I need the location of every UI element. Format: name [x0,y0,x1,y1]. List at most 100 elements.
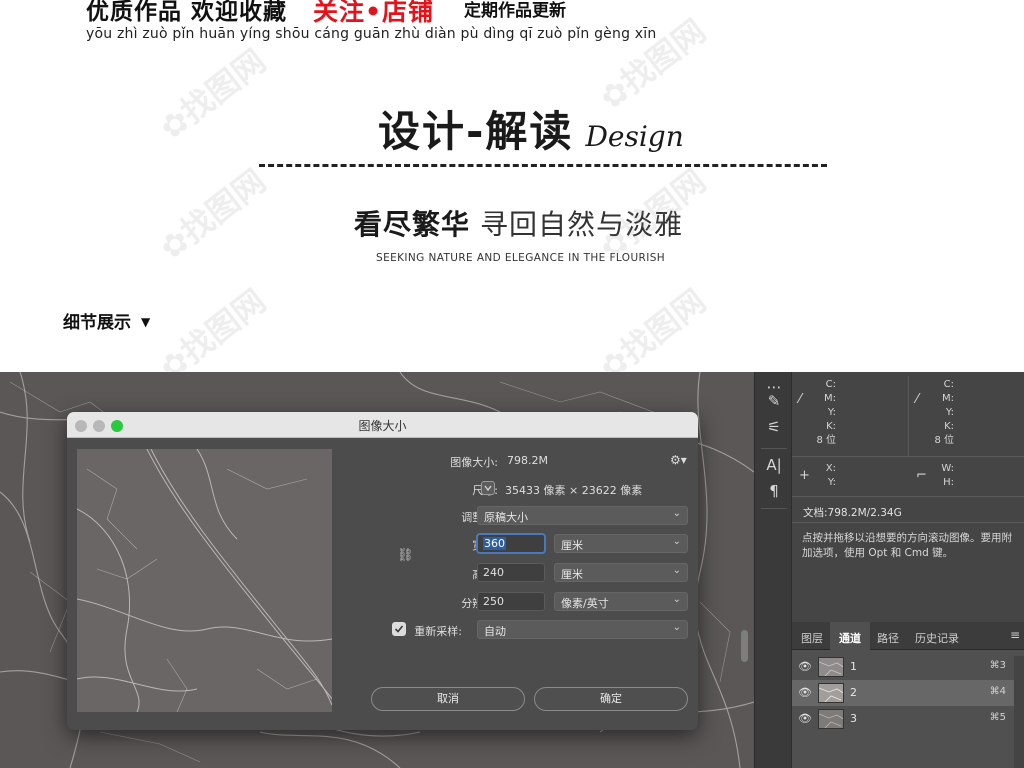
channel-name: 1 [850,660,857,673]
motto: 看尽繁华 寻回自然与淡雅 [354,203,683,243]
resample-value: 自动 [484,625,506,638]
height-unit: 厘米 [561,568,583,581]
design-heading-cn: 设计-解读 [378,107,574,156]
details-label: 细节展示 [63,313,131,333]
channel-thumbnail [818,657,844,677]
design-heading-en: Design [585,120,684,153]
info-divider [908,376,909,456]
channel-row[interactable]: 👁 1 ⌘3 [792,654,1014,680]
crosshair-icon: + [799,468,810,483]
pinyin-line: yōu zhì zuò pǐn huān yíng shōu cáng guān… [86,26,657,42]
chevron-down-icon: ⌄ [672,508,681,519]
top-banner: 优质作品 欢迎收藏 关注•店铺 定期作品更新 [86,0,566,26]
readout-m: M: [824,393,836,404]
motto-english: SEEKING NATURE AND ELEGANCE IN THE FLOUR… [376,252,666,264]
width-value: 360 [483,537,506,550]
motto-light: 寻回自然与淡雅 [480,208,684,241]
eyedropper-icon: ⁄ [799,392,802,407]
chevron-down-icon: ⌄ [672,536,681,547]
channels-panel: 图层 通道 路径 历史记录 ≡ 👁 1 ⌘3 👁 2 ⌘4 👁 3 ⌘5 [792,622,1024,768]
channel-thumbnail [818,683,844,703]
brush-icon[interactable]: ✎ [755,392,793,410]
height-input[interactable]: 240 [477,563,545,582]
channel-shortcut: ⌘3 [989,660,1006,671]
channel-name: 3 [850,712,857,725]
channel-row[interactable]: 👁 3 ⌘5 [792,706,1014,732]
image-preview[interactable] [77,449,332,712]
height-value: 240 [483,566,504,579]
character-icon[interactable]: A| [755,456,793,474]
eye-icon[interactable]: 👁 [798,686,812,699]
watermark: ✿找图网 [152,41,273,148]
width-unit: 厘米 [561,539,583,552]
chevron-down-icon: ⌄ [672,594,681,605]
width-unit-select[interactable]: 厘米 ⌄ [554,534,688,553]
eyedropper-icon: ⁄ [916,392,919,407]
adjustments-icon[interactable]: ⚟ [755,418,793,436]
resolution-unit-select[interactable]: 像素/英寸 ⌄ [554,592,688,611]
width-input[interactable]: 360 [477,534,545,553]
readout-y: Y: [945,407,954,418]
readout-y-coord: Y: [827,477,836,488]
resample-select[interactable]: 自动 ⌄ [477,620,688,639]
tab-history[interactable]: 历史记录 [915,630,959,646]
gear-icon[interactable]: ⚙▾ [670,453,687,467]
tab-channels[interactable]: 通道 [839,630,861,646]
photoshop-screenshot: 图像大小 图像大小: 798.2M ⚙▾ 35433 像素 × 23622 像素… [0,372,1024,768]
image-size-value: 798.2M [507,454,548,467]
info-divider [792,456,1024,457]
readout-w: W: [941,463,954,474]
dimensions-value: 35433 像素 × 23622 像素 [505,484,643,497]
readout-h: H: [943,477,954,488]
tool-divider [761,508,787,509]
panel-menu-icon[interactable]: ≡ [1010,628,1020,642]
motto-bold: 看尽繁华 [354,208,471,241]
readout-bits: 8 位 [934,435,954,446]
wh-readout: W: H: [926,462,954,490]
info-divider [792,496,1024,497]
follow-shop-text: 关注•店铺 [313,0,434,26]
dialog-titlebar: 图像大小 [67,412,698,438]
channel-row[interactable]: 👁 2 ⌘4 [792,680,1014,706]
channel-shortcut: ⌘5 [989,712,1006,723]
readout-m: M: [942,393,954,404]
chevron-down-icon: ⌄ [672,622,681,633]
channel-name: 2 [850,686,857,699]
paragraph-icon[interactable]: ¶ [755,482,793,500]
channel-thumbnail [818,709,844,729]
resolution-input[interactable]: 250 [477,592,545,611]
cancel-button[interactable]: 取消 [371,687,525,711]
cmyk-readout-right: C: M: Y: K: 8 位 [926,378,954,448]
readout-y: Y: [827,407,836,418]
fit-to-value: 原稿大小 [484,511,528,524]
dialog-title: 图像大小 [358,419,407,433]
update-text: 定期作品更新 [464,1,566,21]
channels-scrollbar[interactable] [1014,656,1024,768]
height-unit-select[interactable]: 厘米 ⌄ [554,563,688,582]
dimensions-menu-chevron[interactable] [481,481,495,495]
info-panel: ⁄ C: M: Y: K: 8 位 ⁄ C: M: Y: K: 8 位 + X:… [792,372,1024,622]
info-divider [792,522,1024,523]
cmyk-readout-left: C: M: Y: K: 8 位 [810,378,836,448]
xy-readout: X: Y: [810,462,836,490]
tab-paths[interactable]: 路径 [877,630,899,646]
eye-icon[interactable]: 👁 [798,660,812,673]
resample-label: 重新采样: [414,625,462,638]
readout-k: K: [944,421,954,432]
eye-icon[interactable]: 👁 [798,712,812,725]
readout-bits: 8 位 [816,435,836,446]
design-heading: 设计-解读 Design [378,98,684,159]
details-heading: 细节展示 ▼ [63,308,150,333]
banner-slogan: 优质作品 欢迎收藏 [86,0,288,25]
readout-c: C: [943,379,954,390]
image-size-label: 图像大小: [450,456,498,469]
resolution-unit: 像素/英寸 [561,597,609,610]
panel-tabs: 图层 通道 路径 历史记录 ≡ [792,622,1024,650]
ok-button[interactable]: 确定 [534,687,688,711]
fit-to-select[interactable]: 原稿大小 ⌄ [477,506,688,525]
canvas-scrollbar[interactable] [741,630,748,662]
channel-shortcut: ⌘4 [989,686,1006,697]
tab-layers[interactable]: 图层 [801,630,823,646]
readout-x: X: [825,463,836,474]
image-size-dialog: 图像大小 图像大小: 798.2M ⚙▾ 35433 像素 × 23622 像素… [67,412,698,730]
